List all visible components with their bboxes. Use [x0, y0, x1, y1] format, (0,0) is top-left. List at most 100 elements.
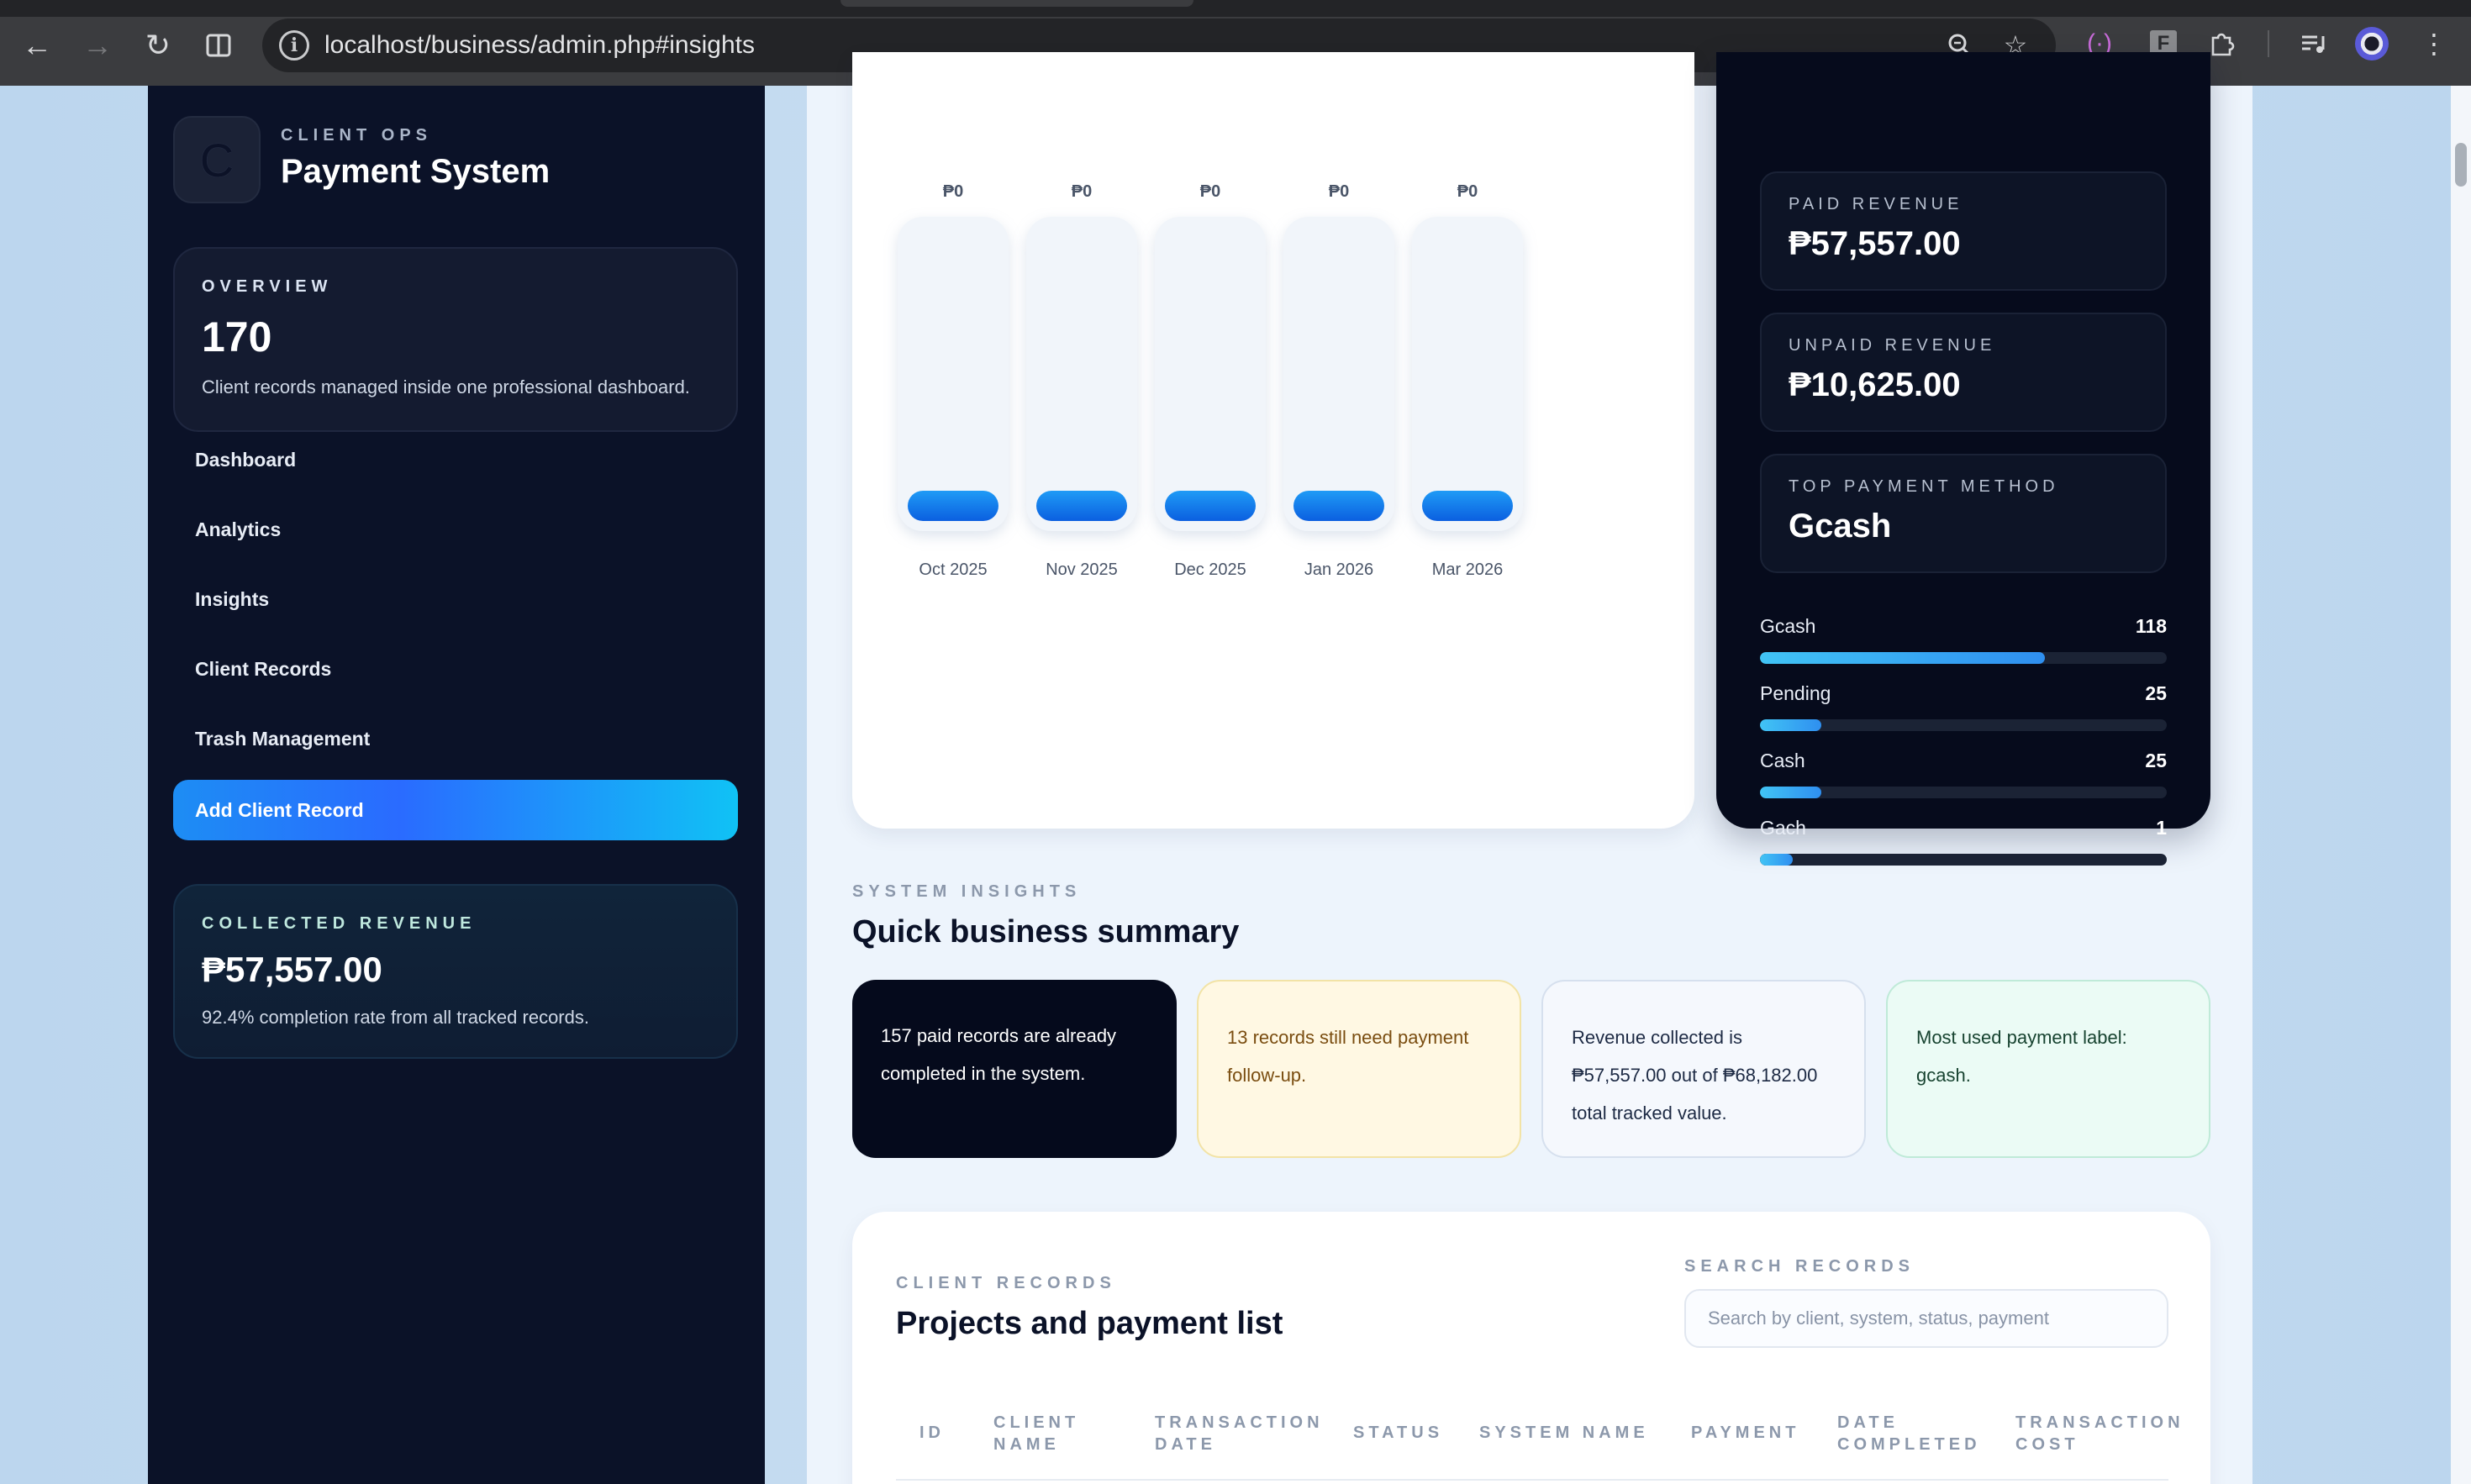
brand-logo: C — [173, 116, 261, 203]
sidebar-item-client-records[interactable]: Client Records — [195, 658, 331, 681]
monthly-revenue-chart-card: ₱0 Oct 2025 ₱0 Nov 2025 ₱0 Dec 2025 ₱0 Jan 2026… — [852, 52, 1694, 829]
sidebar-item-insights[interactable]: Insights — [195, 588, 269, 611]
column-header-text: PAYMENT — [1691, 1423, 1800, 1442]
bar-category-label: Mar 2026 — [1432, 560, 1504, 579]
column-header-text: ID — [919, 1423, 945, 1442]
unpaid-revenue-box: UNPAID REVENUE ₱10,625.00 — [1760, 313, 2167, 432]
column-header-text: DATE — [1155, 1435, 1216, 1454]
client-records-card: CLIENT RECORDS Projects and payment list… — [852, 1212, 2210, 1484]
bar-track — [1412, 217, 1523, 531]
column-header-text: STATUS — [1353, 1423, 1444, 1442]
bar-category-label: Dec 2025 — [1174, 560, 1246, 579]
column-header-system-name[interactable]: SYSTEM NAME — [1479, 1422, 1649, 1444]
sidebar-item-trash-management[interactable]: Trash Management — [195, 728, 370, 750]
sidebar-item-dashboard[interactable]: Dashboard — [195, 449, 296, 471]
profile-avatar[interactable] — [2355, 27, 2389, 61]
bar-category-label: Oct 2025 — [919, 560, 987, 579]
payment-method-track — [1760, 787, 2167, 798]
search-input[interactable] — [1684, 1289, 2168, 1348]
top-payment-method-kicker: TOP PAYMENT METHOD — [1789, 477, 2059, 496]
column-header-text: COST — [2015, 1435, 2079, 1454]
column-header-transaction-date[interactable]: TRANSACTION DATE — [1155, 1412, 1324, 1455]
brand-kicker: CLIENT OPS — [281, 126, 433, 145]
collected-revenue-card: COLLECTED REVENUE ₱57,557.00 92.4% compl… — [173, 884, 738, 1059]
search-kicker: SEARCH RECORDS — [1684, 1257, 1915, 1276]
payment-method-count: 25 — [2145, 682, 2167, 704]
payment-method-fill — [1760, 854, 1793, 866]
bar-value-label: ₱0 — [1329, 182, 1349, 201]
forward-button[interactable]: → — [74, 22, 121, 69]
records-kicker: CLIENT RECORDS — [896, 1274, 1116, 1292]
payment-method-fill — [1760, 652, 2045, 664]
payment-method-track — [1760, 854, 2167, 866]
insights-kicker: SYSTEM INSIGHTS — [852, 882, 1082, 901]
column-header-date-completed[interactable]: DATE COMPLETED — [1837, 1412, 1981, 1455]
payment-method-count: 1 — [2156, 817, 2167, 839]
payment-method-track — [1760, 652, 2167, 664]
table-header-divider — [896, 1479, 2168, 1481]
payment-method-label: Gcash — [1760, 615, 1816, 637]
payment-method-count: 118 — [2135, 615, 2167, 637]
payment-method-label: Pending — [1760, 682, 1831, 704]
overview-card: OVERVIEW 170 Client records managed insi… — [173, 247, 738, 432]
overview-desc: Client records managed inside one profes… — [202, 376, 690, 397]
column-header-id[interactable]: ID — [919, 1422, 945, 1444]
insight-card-revenue: Revenue collected is ₱57,557.00 out of ₱… — [1541, 980, 1866, 1158]
column-header-client-name[interactable]: CLIENT NAME — [993, 1412, 1079, 1455]
bar-track — [898, 217, 1009, 531]
page-scrollbar[interactable] — [2451, 86, 2471, 1484]
top-payment-method-value: Gcash — [1789, 508, 1892, 545]
active-tab-edge[interactable] — [840, 0, 1193, 7]
bar-category-label: Nov 2025 — [1046, 560, 1118, 579]
url-text[interactable]: localhost/business/admin.php#insights — [324, 31, 755, 60]
unpaid-revenue-kicker: UNPAID REVENUE — [1789, 336, 1996, 355]
chart-bar[interactable] — [1165, 491, 1256, 521]
column-header-text: NAME — [993, 1435, 1060, 1454]
tab-strip — [0, 0, 2471, 17]
back-button[interactable]: ← — [13, 22, 61, 69]
split-view-button[interactable] — [195, 22, 242, 69]
bar-track — [1026, 217, 1137, 531]
sidebar-item-analytics[interactable]: Analytics — [195, 518, 281, 541]
collected-kicker: COLLECTED REVENUE — [202, 914, 477, 933]
overview-kicker: OVERVIEW — [202, 277, 333, 296]
paid-revenue-value: ₱57,557.00 — [1789, 225, 1961, 262]
column-header-status[interactable]: STATUS — [1353, 1422, 1443, 1444]
menu-icon[interactable]: ⋮ — [2416, 25, 2453, 62]
arrow-left-icon: ← — [22, 28, 52, 62]
paid-revenue-box: PAID REVENUE ₱57,557.00 — [1760, 171, 2167, 291]
column-header-transaction-cost[interactable]: TRANSACTION COST — [2015, 1412, 2184, 1455]
column-header-payment[interactable]: PAYMENT — [1691, 1422, 1799, 1444]
chart-bar[interactable] — [1422, 491, 1513, 521]
reload-icon: ↻ — [145, 28, 171, 62]
payment-method-fill — [1760, 787, 1821, 798]
payment-method-label: Cash — [1760, 750, 1805, 771]
chart-bar[interactable] — [1036, 491, 1127, 521]
paid-revenue-kicker: PAID REVENUE — [1789, 195, 1963, 213]
column-header-text: TRANSACTION — [1155, 1413, 1324, 1432]
bar-category-label: Jan 2026 — [1304, 560, 1373, 579]
sidebar: C CLIENT OPS Payment System OVERVIEW 170… — [148, 86, 765, 1484]
info-icon[interactable]: i — [279, 30, 309, 61]
column-header-text: DATE — [1837, 1413, 1899, 1432]
revenue-stats-card: PAID REVENUE ₱57,557.00 UNPAID REVENUE ₱… — [1716, 52, 2210, 866]
chart-bar[interactable] — [1293, 491, 1384, 521]
split-view-icon — [206, 34, 231, 57]
monthly-revenue-chart: ₱0 Oct 2025 ₱0 Nov 2025 ₱0 Dec 2025 ₱0 Jan 2026… — [898, 182, 1523, 579]
main-content: ₱0 Oct 2025 ₱0 Nov 2025 ₱0 Dec 2025 ₱0 Jan 2026… — [807, 52, 2252, 1484]
media-queue-icon[interactable] — [2294, 25, 2331, 62]
brand-title: Payment System — [281, 153, 551, 190]
add-client-record-button[interactable]: Add Client Record — [173, 780, 738, 840]
chart-bar[interactable] — [908, 491, 998, 521]
insight-card-paid: 157 paid records are already completed i… — [852, 980, 1177, 1158]
arrow-right-icon: → — [82, 28, 113, 62]
page-scrollbar-thumb[interactable] — [2455, 143, 2467, 187]
collected-value: ₱57,557.00 — [202, 950, 382, 989]
bar-value-label: ₱0 — [1457, 182, 1478, 201]
collected-desc: 92.4% completion rate from all tracked r… — [202, 1007, 589, 1028]
insights-title: Quick business summary — [852, 914, 1240, 950]
top-payment-method-box: TOP PAYMENT METHOD Gcash — [1760, 454, 2167, 573]
insight-card-payment-label: Most used payment label: gcash. — [1886, 980, 2210, 1158]
reload-button[interactable]: ↻ — [134, 22, 182, 69]
bar-value-label: ₱0 — [1072, 182, 1092, 201]
